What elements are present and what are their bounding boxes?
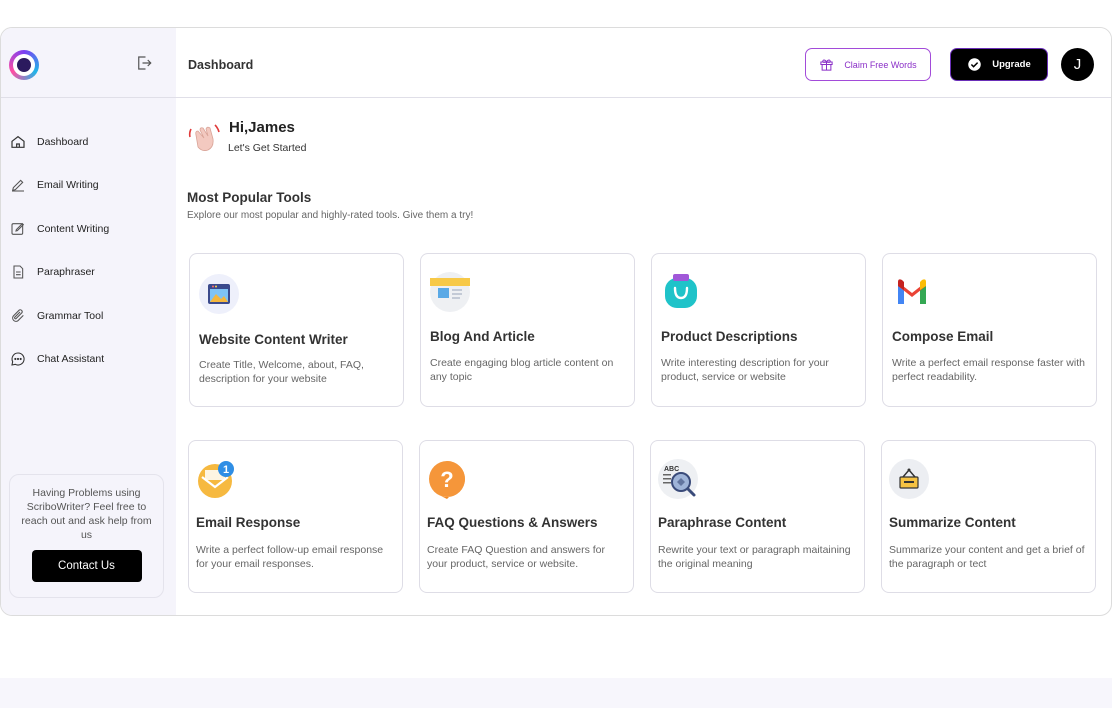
tool-card-compose-email[interactable]: Compose Email Write a perfect email resp… <box>882 253 1097 407</box>
paperclip-icon <box>12 309 24 322</box>
tool-card-faq-questions-answers[interactable]: ? FAQ Questions & Answers Create FAQ Que… <box>419 440 634 593</box>
tool-card-blog-and-article[interactable]: Blog And Article Create engaging blog ar… <box>420 253 635 407</box>
edit-icon <box>11 222 25 235</box>
header: Dashboard Claim Free Words Upgrade J <box>176 28 1111 98</box>
section-subtitle: Explore our most popular and highly-rate… <box>187 210 474 221</box>
tool-card-title: Email Response <box>196 515 301 530</box>
tool-card-desc: Write a perfect email response faster wi… <box>892 357 1085 383</box>
sidebar-item-email-writing[interactable]: Email Writing <box>1 164 176 208</box>
svg-text:ABC: ABC <box>664 466 679 473</box>
tool-card-desc: Create FAQ Question and answers for your… <box>427 544 606 570</box>
tool-card-desc: Create Title, Welcome, about, FAQ, descr… <box>199 359 364 385</box>
upgrade-label: Upgrade <box>992 59 1031 70</box>
chat-icon <box>11 352 25 366</box>
logout-icon[interactable] <box>135 54 153 72</box>
gmail-icon <box>898 279 926 304</box>
page-title: Dashboard <box>188 58 254 72</box>
tool-card-title: FAQ Questions & Answers <box>427 515 598 530</box>
greeting-subtitle: Let's Get Started <box>228 142 307 154</box>
sidebar-item-content-writing[interactable]: Content Writing <box>1 207 176 251</box>
tool-card-title: Summarize Content <box>889 515 1016 530</box>
waving-hand-icon <box>188 124 220 151</box>
tool-card-title: Compose Email <box>892 329 994 344</box>
tool-card-paraphrase-content[interactable]: ABC Paraphrase Content Rewrite your text… <box>650 440 865 593</box>
claim-free-words-button[interactable]: Claim Free Words <box>805 48 931 81</box>
claim-label: Claim Free Words <box>844 59 917 70</box>
sidebar-header <box>1 28 176 98</box>
help-text: Having Problems using ScriboWriter? Feel… <box>21 487 152 541</box>
website-icon <box>199 274 239 314</box>
tool-card-email-response[interactable]: 1 Email Response Write a perfect follow-… <box>188 440 403 593</box>
envelope-notification-icon: 1 <box>198 461 234 498</box>
sidebar-item-label: Email Writing <box>37 179 99 192</box>
sidebar-item-paraphraser[interactable]: Paraphraser <box>1 251 176 295</box>
tool-card-title: Product Descriptions <box>661 329 798 344</box>
sidebar-item-label: Dashboard <box>37 135 89 148</box>
greeting-title: Hi,James <box>229 119 295 136</box>
tool-card-desc: Write a perfect follow-up email response… <box>196 544 384 570</box>
shopping-bag-icon <box>665 274 697 308</box>
tool-card-title: Website Content Writer <box>199 332 348 347</box>
check-circle-icon <box>968 58 981 71</box>
svg-text:?: ? <box>440 467 453 492</box>
tool-card-summarize-content[interactable]: Summarize Content Summarize your content… <box>881 440 1096 593</box>
tool-card-desc: Summarize your content and get a brief o… <box>889 544 1085 570</box>
sidebar-item-dashboard[interactable]: Dashboard <box>1 120 176 164</box>
help-box: Having Problems using ScriboWriter? Feel… <box>9 474 164 598</box>
gift-icon <box>820 59 833 71</box>
sidebar-nav: Dashboard Email Writing Content Writing … <box>1 98 176 381</box>
tool-card-desc: Create engaging blog article content on … <box>430 357 614 383</box>
bottom-strip <box>0 678 1112 708</box>
avatar[interactable]: J <box>1061 48 1094 81</box>
sidebar: Dashboard Email Writing Content Writing … <box>1 28 176 615</box>
upgrade-button[interactable]: Upgrade <box>950 48 1048 81</box>
svg-text:1: 1 <box>223 464 229 476</box>
tool-card-desc: Rewrite your text or paragraph maitainin… <box>658 544 851 570</box>
home-icon <box>11 135 25 148</box>
sidebar-item-chat-assistant[interactable]: Chat Assistant <box>1 338 176 382</box>
tool-card-desc: Write interesting description for your p… <box>661 357 829 383</box>
pen-icon <box>11 179 24 192</box>
tool-card-title: Paraphrase Content <box>658 515 787 530</box>
tool-card-title: Blog And Article <box>430 329 535 344</box>
blog-icon <box>430 272 470 312</box>
sidebar-item-label: Chat Assistant <box>37 353 105 366</box>
tool-card-website-content-writer[interactable]: Website Content Writer Create Title, Wel… <box>189 253 404 407</box>
tool-card-product-descriptions[interactable]: Product Descriptions Write interesting d… <box>651 253 866 407</box>
logo-icon[interactable] <box>9 50 39 80</box>
sidebar-item-label: Paraphraser <box>37 266 95 279</box>
sidebar-item-label: Content Writing <box>37 222 110 235</box>
section-title: Most Popular Tools <box>187 190 312 205</box>
contact-us-button[interactable]: Contact Us <box>31 550 142 582</box>
document-icon <box>13 265 24 279</box>
magnifier-text-icon: ABC <box>658 459 698 499</box>
question-icon: ? <box>429 461 465 499</box>
sign-icon <box>889 459 929 499</box>
sidebar-item-grammar-tool[interactable]: Grammar Tool <box>1 294 176 338</box>
sidebar-item-label: Grammar Tool <box>37 309 104 322</box>
